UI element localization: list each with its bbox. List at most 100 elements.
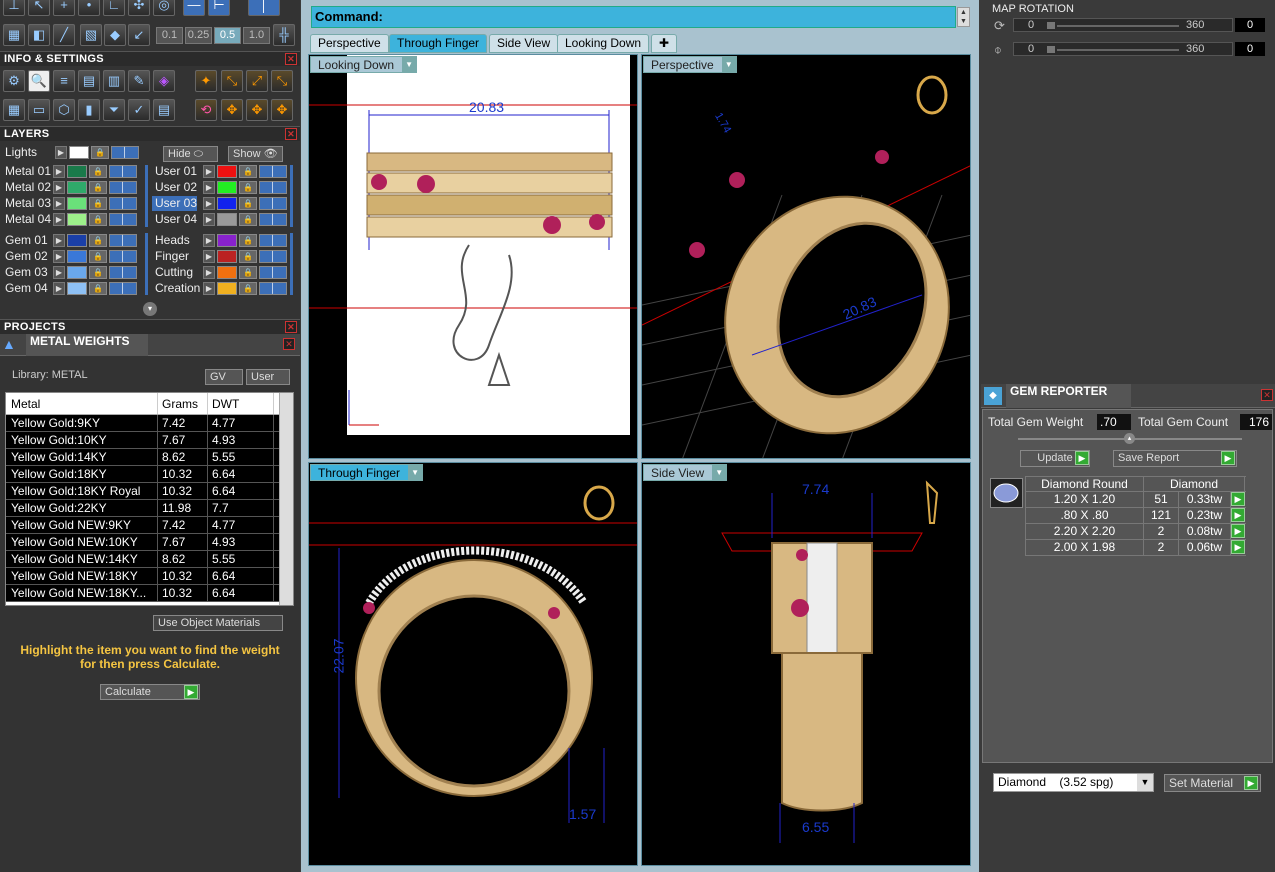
viewport-label-side-view[interactable]: Side View ▼: [643, 464, 728, 481]
cross-tool-icon[interactable]: +: [53, 0, 75, 16]
use-object-materials-button[interactable]: Use Object Materials: [153, 615, 283, 631]
lock-icon[interactable]: 🔒: [239, 282, 257, 295]
layer-name[interactable]: User 02: [152, 180, 197, 195]
layer-name[interactable]: Gem 03: [2, 265, 48, 280]
visibility-toggle[interactable]: │: [109, 181, 137, 194]
gem-cube-icon[interactable]: ⬡: [53, 99, 75, 121]
play-icon[interactable]: ▶: [203, 266, 215, 279]
play-icon[interactable]: ▶: [203, 282, 215, 295]
table-row[interactable]: 2.00 X 1.98 2 0.06tw ▶: [1025, 540, 1246, 556]
table-row[interactable]: Yellow Gold NEW:18KY... 10.32 6.64: [6, 585, 293, 602]
viewport-perspective[interactable]: 20.83 1.74 Perspective ▼: [641, 54, 971, 459]
lock-icon[interactable]: 🔒: [89, 266, 107, 279]
lock-icon[interactable]: 🔒: [239, 165, 257, 178]
collapse-icon[interactable]: ▴: [1124, 433, 1135, 444]
play-icon[interactable]: ▶: [53, 234, 65, 247]
rotate-tool-icon[interactable]: ✣: [128, 0, 150, 16]
play-icon[interactable]: ▶: [53, 250, 65, 263]
update-go-icon[interactable]: ▶: [1075, 451, 1089, 465]
collapse-icon[interactable]: ▾: [143, 302, 157, 316]
layers-stack-icon[interactable]: ≡: [53, 70, 75, 92]
viewport-label-perspective[interactable]: Perspective ▼: [643, 56, 737, 73]
block-icon[interactable]: ▮: [78, 99, 100, 121]
table-row[interactable]: Yellow Gold:14KY 8.62 5.55: [6, 449, 293, 466]
layer-name[interactable]: Gem 04: [2, 281, 48, 296]
play-icon[interactable]: ▶: [203, 213, 215, 226]
table-row[interactable]: .80 X .80 121 0.23tw ▶: [1025, 508, 1246, 524]
layer-name[interactable]: Metal 04: [2, 212, 51, 227]
col-grams[interactable]: Grams: [158, 393, 208, 414]
table-row[interactable]: Yellow Gold NEW:10KY 7.67 4.93: [6, 534, 293, 551]
lock-icon[interactable]: 🔒: [239, 250, 257, 263]
table-row[interactable]: Yellow Gold:22KY 11.98 7.7: [6, 500, 293, 517]
rotation-slider-1[interactable]: 0 360: [1013, 18, 1233, 32]
lock-icon[interactable]: 🔒: [89, 282, 107, 295]
layer-name[interactable]: Cutting: [152, 265, 193, 280]
layer-controls[interactable]: ▶ 🔒 │: [53, 197, 137, 211]
table-row[interactable]: Yellow Gold:18KY 10.32 6.64: [6, 466, 293, 483]
play-icon[interactable]: ▶: [203, 250, 215, 263]
hide-button[interactable]: Hide ⬭: [163, 146, 218, 162]
col-dwt[interactable]: DWT: [208, 393, 274, 414]
scale-icon[interactable]: ⤡: [221, 70, 243, 92]
corner-tool-icon[interactable]: ∟: [103, 0, 125, 16]
layer-controls[interactable]: ▶ 🔒 │: [53, 250, 137, 264]
snap-tool-icon[interactable]: │: [248, 0, 280, 16]
table-row[interactable]: Yellow Gold:9KY 7.42 4.77: [6, 415, 293, 432]
scale2-icon[interactable]: ⤢: [246, 70, 268, 92]
metal-weights-tab[interactable]: METAL WEIGHTS: [26, 334, 148, 356]
cube-icon[interactable]: ◧: [28, 24, 50, 46]
circle-tool-icon[interactable]: ◎: [153, 0, 175, 16]
layer-color-swatch[interactable]: [67, 197, 87, 210]
lock-icon[interactable]: 🔒: [89, 250, 107, 263]
transform-icon[interactable]: ⟲: [195, 99, 217, 121]
lock-icon[interactable]: 🔒: [89, 197, 107, 210]
layer-color-swatch[interactable]: [67, 181, 87, 194]
layer-controls[interactable]: ▶ 🔒 │: [53, 282, 137, 296]
grid-snap-icon[interactable]: ╬: [273, 24, 295, 46]
layer-name[interactable]: Creation: [152, 281, 200, 296]
visibility-toggle[interactable]: │: [111, 146, 139, 159]
lock-icon[interactable]: 🔒: [91, 146, 109, 159]
slider-handle[interactable]: [1047, 46, 1055, 53]
command-scroll[interactable]: ▲ ▼: [957, 7, 970, 27]
visibility-toggle[interactable]: │: [259, 181, 287, 194]
viewport-side-view[interactable]: 7.74 6.55 Side View ▼: [641, 462, 971, 866]
layer-color-swatch[interactable]: [67, 165, 87, 178]
zoom-0-5[interactable]: 0.5: [214, 27, 241, 44]
save-report-go-icon[interactable]: ▶: [1221, 451, 1235, 465]
gem-row-go-icon[interactable]: ▶: [1231, 492, 1245, 506]
dropdown-icon[interactable]: ▼: [721, 57, 736, 72]
close-icon[interactable]: ✕: [285, 321, 297, 333]
play-icon[interactable]: ▶: [203, 181, 215, 194]
play-icon[interactable]: ▶: [53, 181, 65, 194]
layer-color-swatch[interactable]: [217, 197, 237, 210]
tab-through-finger[interactable]: Through Finger: [389, 34, 488, 53]
layer-controls[interactable]: ▶ 🔒 │: [53, 213, 137, 227]
viewport-looking-down[interactable]: 20.83 Looking Down ▼: [308, 54, 638, 459]
play-icon[interactable]: ▶: [53, 197, 65, 210]
play-icon[interactable]: ▶: [55, 146, 67, 159]
lock-icon[interactable]: 🔒: [239, 197, 257, 210]
rotation-value-1[interactable]: 0: [1235, 18, 1265, 32]
brush-icon[interactable]: ✦: [195, 70, 217, 92]
lock-icon[interactable]: 🔒: [89, 165, 107, 178]
layer-controls[interactable]: ▶ 🔒 │: [53, 234, 137, 248]
rotation-value-2[interactable]: 0: [1235, 42, 1265, 56]
align-tool-icon[interactable]: —: [183, 0, 205, 16]
layer-name[interactable]: Metal 01: [2, 164, 51, 179]
curve-tool-icon[interactable]: ↖: [28, 0, 50, 16]
command-bar[interactable]: Command:: [311, 6, 956, 28]
align-left-icon[interactable]: ⊢: [208, 0, 230, 16]
screen-icon[interactable]: ▭: [28, 99, 50, 121]
layer-name[interactable]: Finger: [152, 249, 189, 264]
table-row[interactable]: Yellow Gold NEW:9KY 7.42 4.77: [6, 517, 293, 534]
point-tool-icon[interactable]: •: [78, 0, 100, 16]
layer-controls[interactable]: ▶ 🔒 │: [203, 234, 287, 248]
close-icon[interactable]: ✕: [1261, 389, 1273, 401]
table-row[interactable]: 2.20 X 2.20 2 0.08tw ▶: [1025, 524, 1246, 540]
play-icon[interactable]: ▶: [53, 165, 65, 178]
layer-name[interactable]: User 01: [152, 164, 197, 179]
layer-controls[interactable]: ▶ 🔒 │: [203, 282, 287, 296]
rotate-axes-icon[interactable]: ✥: [221, 99, 243, 121]
